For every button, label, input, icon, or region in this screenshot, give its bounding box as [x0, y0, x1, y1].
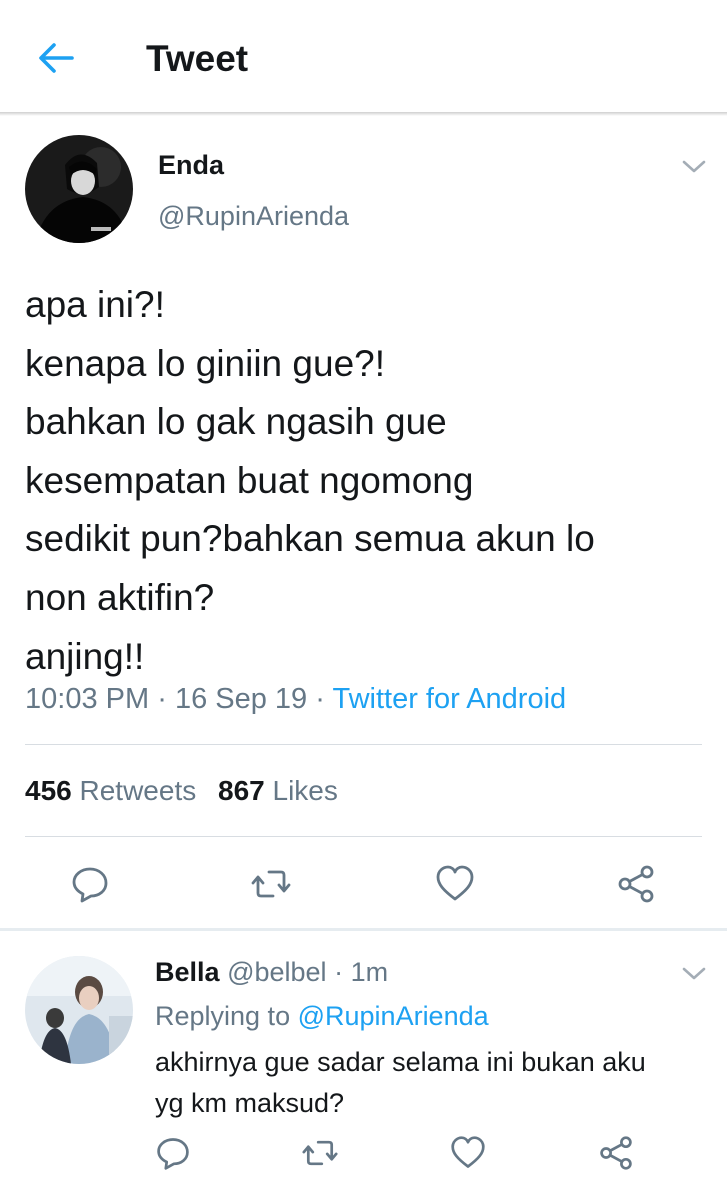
tweet-text: apa ini?! kenapa lo giniin gue?! bahkan …	[25, 276, 595, 686]
reply-avatar-photo	[25, 956, 133, 1064]
like-count: 867	[218, 775, 265, 806]
chevron-down-icon[interactable]	[680, 964, 708, 984]
like-icon[interactable]	[435, 864, 475, 904]
tweet-source-link[interactable]: Twitter for Android	[332, 683, 566, 715]
reply-header: Bella @belbel · 1m	[155, 957, 388, 988]
avatar-photo	[25, 135, 133, 243]
retweets-stat[interactable]: 456 Retweets	[25, 775, 204, 806]
like-icon[interactable]	[450, 1135, 486, 1171]
tweet-line: sedikit pun?bahkan semua akun lo	[25, 518, 595, 560]
tweet-line: anjing!!	[25, 635, 145, 677]
divider	[25, 836, 702, 837]
reply-icon[interactable]	[70, 864, 110, 904]
retweet-count: 456	[25, 775, 72, 806]
tweet-date: 16 Sep 19	[174, 683, 308, 715]
top-bar-shadow	[0, 112, 727, 116]
divider	[25, 744, 702, 745]
like-label: Likes	[272, 775, 338, 806]
tweet-line: kenapa lo giniin gue?!	[25, 342, 386, 384]
retweet-icon[interactable]	[302, 1135, 338, 1171]
tweet-line: apa ini?!	[25, 284, 165, 325]
tweet-line: bahkan lo gak ngasih gue	[25, 401, 447, 443]
replying-handle-link[interactable]: @RupinArienda	[298, 1001, 489, 1031]
author-handle[interactable]: @RupinArienda	[158, 201, 349, 232]
likes-stat[interactable]: 867 Likes	[218, 775, 338, 806]
meta-separator: ·	[334, 957, 344, 987]
reply-line: yg km maksud?	[155, 1088, 345, 1118]
top-bar	[0, 0, 727, 112]
reply-icon[interactable]	[155, 1135, 191, 1171]
replying-label: Replying to	[155, 1001, 291, 1031]
reply-author-name[interactable]: Bella	[155, 957, 220, 987]
replying-to: Replying to @RupinArienda	[155, 1001, 489, 1032]
tweet-line: non aktifin?	[25, 576, 215, 618]
engagement-stats: 456 Retweets 867 Likes	[25, 775, 338, 807]
back-arrow-icon[interactable]	[36, 38, 76, 78]
author-name[interactable]: Enda	[158, 150, 224, 181]
share-icon[interactable]	[598, 1135, 634, 1171]
retweet-icon[interactable]	[251, 864, 291, 904]
chevron-down-icon[interactable]	[680, 157, 708, 177]
reply-time: 1m	[350, 957, 389, 987]
reply-avatar[interactable]	[25, 956, 133, 1064]
share-icon[interactable]	[616, 864, 656, 904]
retweet-label: Retweets	[79, 775, 197, 806]
meta-separator: ·	[315, 683, 325, 715]
tweet-meta: 10:03 PM · 16 Sep 19 · Twitter for Andro…	[25, 683, 566, 716]
avatar[interactable]	[25, 135, 133, 243]
page-title: Tweet	[146, 38, 249, 79]
reply-line: akhirnya gue sadar selama ini bukan aku	[155, 1047, 646, 1077]
reply-text: akhirnya gue sadar selama ini bukan aku …	[155, 1042, 646, 1124]
tweet-time: 10:03 PM	[25, 683, 150, 715]
reply-author-handle[interactable]: @belbel	[227, 957, 326, 987]
section-separator	[0, 928, 727, 931]
meta-separator: ·	[157, 683, 167, 715]
tweet-line: kesempatan buat ngomong	[25, 459, 474, 501]
